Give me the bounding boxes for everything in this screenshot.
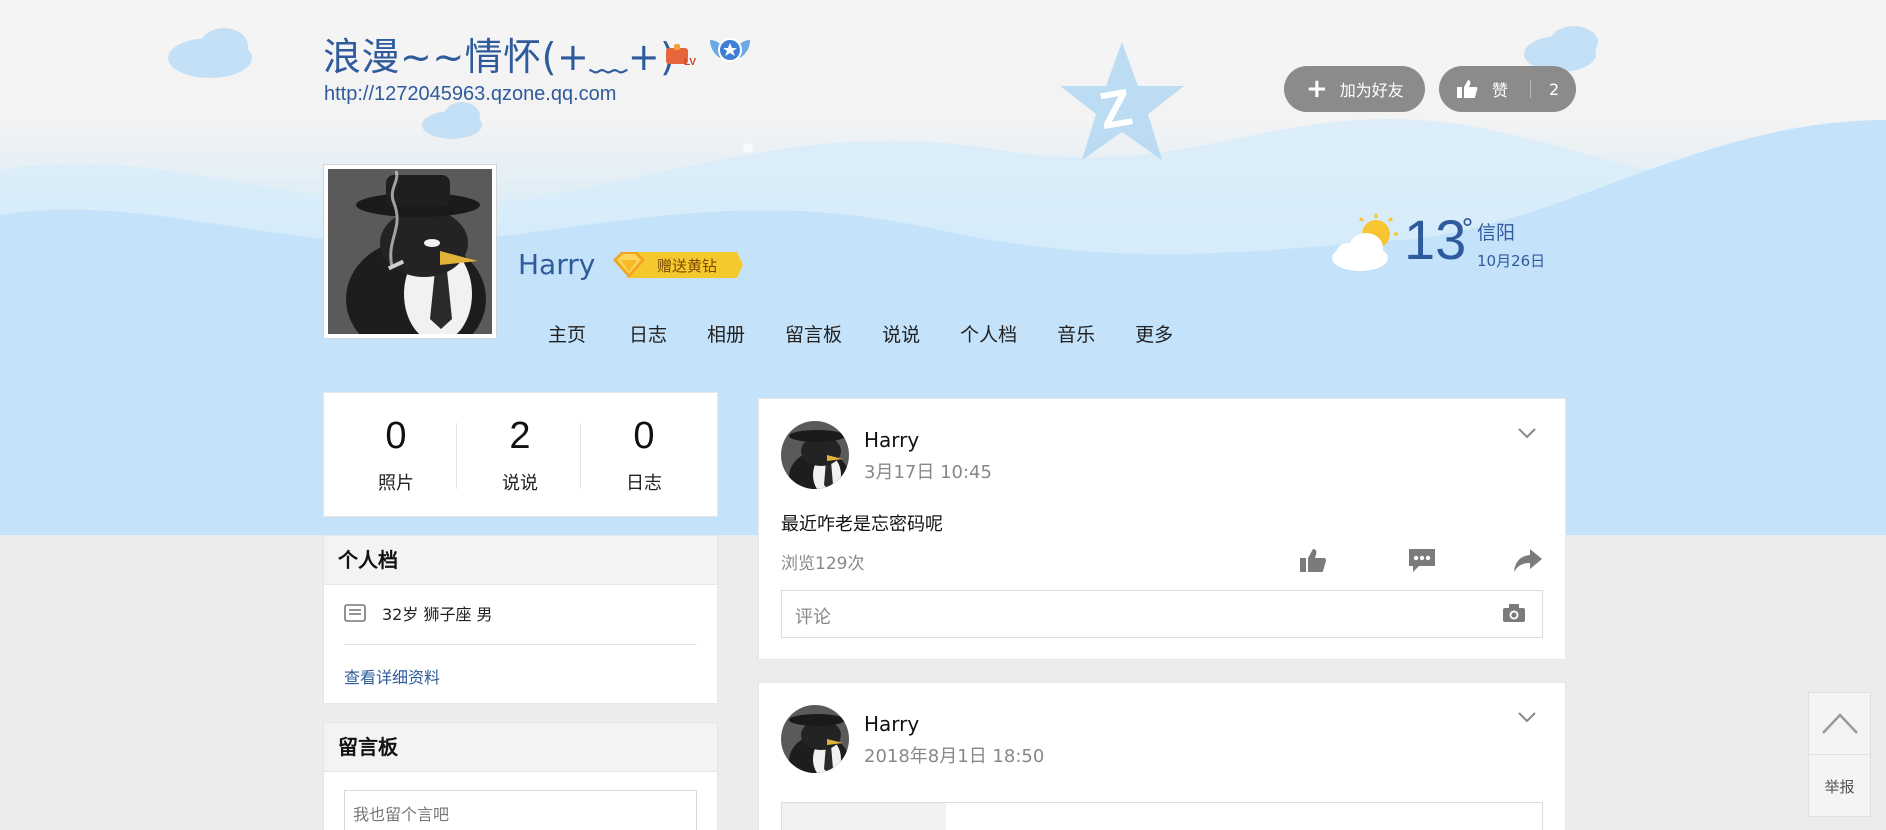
nav-item-profile[interactable]: 个人档 <box>960 320 1017 347</box>
svg-text:LV: LV <box>684 57 696 68</box>
profile-summary-row: 32岁 狮子座 男 <box>344 601 493 625</box>
space-title: 浪漫~~情怀(+﹏+) <box>323 35 676 79</box>
like-count: 2 <box>1549 79 1560 99</box>
feed-attachment-preview[interactable] <box>781 802 1543 830</box>
stat-photos-label: 照片 <box>378 473 414 494</box>
weather-degree: ° <box>1461 214 1474 244</box>
feed-author-name[interactable]: Harry <box>864 712 919 736</box>
feed-author-name[interactable]: Harry <box>864 428 919 452</box>
share-icon[interactable] <box>1513 547 1543 573</box>
chevron-up-icon <box>1822 713 1858 734</box>
like-space-button[interactable]: 赞 2 <box>1439 66 1576 112</box>
partly-cloudy-icon <box>1332 214 1398 271</box>
stat-blog-label: 日志 <box>626 473 662 494</box>
main-nav: 主页 日志 相册 留言板 说说 个人档 音乐 更多 <box>548 320 1213 347</box>
side-toolbar: 举报 <box>1808 692 1871 817</box>
add-friend-button[interactable]: + 加为好友 <box>1284 66 1425 112</box>
nav-item-more[interactable]: 更多 <box>1135 320 1173 347</box>
qzone-star-decoration: Z <box>1060 42 1184 160</box>
stat-shuoshuo-label: 说说 <box>502 473 538 494</box>
feed-attachment-thumbnail <box>782 803 946 830</box>
space-url[interactable]: http://1272045963.qzone.qq.com <box>324 83 616 106</box>
profile-card: 个人档 32岁 狮子座 男 查看详细资料 <box>323 535 718 704</box>
message-board-input[interactable]: 我也留个言吧 <box>344 790 697 830</box>
owner-name[interactable]: Harry <box>518 248 595 281</box>
back-to-top-button[interactable] <box>1809 693 1870 755</box>
profile-card-title: 个人档 <box>324 536 717 585</box>
stat-shuoshuo[interactable]: 2 说说 <box>458 417 582 495</box>
add-friend-label: 加为好友 <box>1339 81 1404 100</box>
view-profile-details-link[interactable]: 查看详细资料 <box>344 664 440 688</box>
nav-item-message-board[interactable]: 留言板 <box>785 320 842 347</box>
message-board-title: 留言板 <box>324 723 717 772</box>
nav-item-album[interactable]: 相册 <box>707 320 745 347</box>
profile-card-icon <box>344 604 366 622</box>
feed-content: 最近咋老是忘密码呢 <box>781 514 943 535</box>
report-button[interactable]: 举报 <box>1809 776 1870 797</box>
thumbs-up-icon <box>1457 80 1478 98</box>
stats-card: 0 照片 2 说说 0 日志 <box>323 392 718 517</box>
message-board-card: 留言板 我也留个言吧 <box>323 722 718 830</box>
gift-badge-label: 赠送黄钻 <box>657 257 718 275</box>
profile-divider <box>344 644 697 645</box>
weather-city: 信阳 <box>1477 222 1516 244</box>
feed-item: Harry 2018年8月1日 18:50 <box>758 682 1566 830</box>
feed-view-count: 浏览129次 <box>781 554 865 574</box>
comment-placeholder: 评论 <box>795 607 831 628</box>
vip-gift-icon: LV <box>666 44 696 68</box>
nav-item-music[interactable]: 音乐 <box>1057 320 1095 347</box>
stat-shuoshuo-count: 2 <box>509 415 531 457</box>
weather-temperature: 13 <box>1404 208 1467 271</box>
feed-timestamp: 2018年8月1日 18:50 <box>864 746 1045 767</box>
comment-input[interactable]: 评论 <box>781 590 1543 638</box>
camera-icon[interactable] <box>1502 603 1526 623</box>
chevron-down-icon[interactable] <box>1517 427 1537 439</box>
feed-timestamp: 3月17日 10:45 <box>864 462 992 483</box>
owner-avatar[interactable] <box>323 164 497 339</box>
stat-photos[interactable]: 0 照片 <box>334 417 458 495</box>
nav-item-home[interactable]: 主页 <box>548 320 586 347</box>
feed-author-avatar[interactable] <box>781 705 849 773</box>
stat-photos-count: 0 <box>385 415 407 457</box>
stat-blog[interactable]: 0 日志 <box>582 417 706 495</box>
penguin-avatar-image <box>328 169 492 334</box>
feed-item: Harry 3月17日 10:45 最近咋老是忘密码呢 浏览129次 评论 <box>758 398 1566 660</box>
like-separator <box>1530 80 1532 98</box>
stat-blog-count: 0 <box>633 415 655 457</box>
profile-summary: 32岁 狮子座 男 <box>382 605 493 624</box>
nav-item-shuoshuo[interactable]: 说说 <box>882 320 920 347</box>
stat-divider <box>456 423 457 489</box>
feed-author-avatar[interactable] <box>781 421 849 489</box>
stat-divider <box>580 423 581 489</box>
gift-yellow-diamond-badge[interactable]: 赠送黄钻 <box>609 248 743 282</box>
like-label: 赞 <box>1492 81 1509 100</box>
chevron-down-icon[interactable] <box>1517 711 1537 723</box>
like-icon[interactable] <box>1299 547 1327 573</box>
comment-icon[interactable] <box>1407 547 1437 573</box>
plus-icon: + <box>1306 74 1328 104</box>
weather-date: 10月26日 <box>1477 252 1546 270</box>
nav-item-blog[interactable]: 日志 <box>629 320 667 347</box>
winged-badge-icon <box>710 38 750 62</box>
